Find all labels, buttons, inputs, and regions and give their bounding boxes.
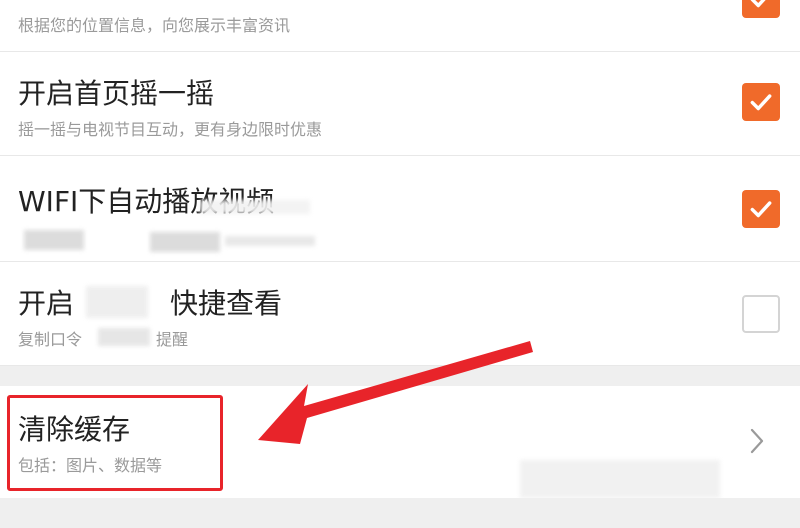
red-arrow-icon [258,341,533,444]
